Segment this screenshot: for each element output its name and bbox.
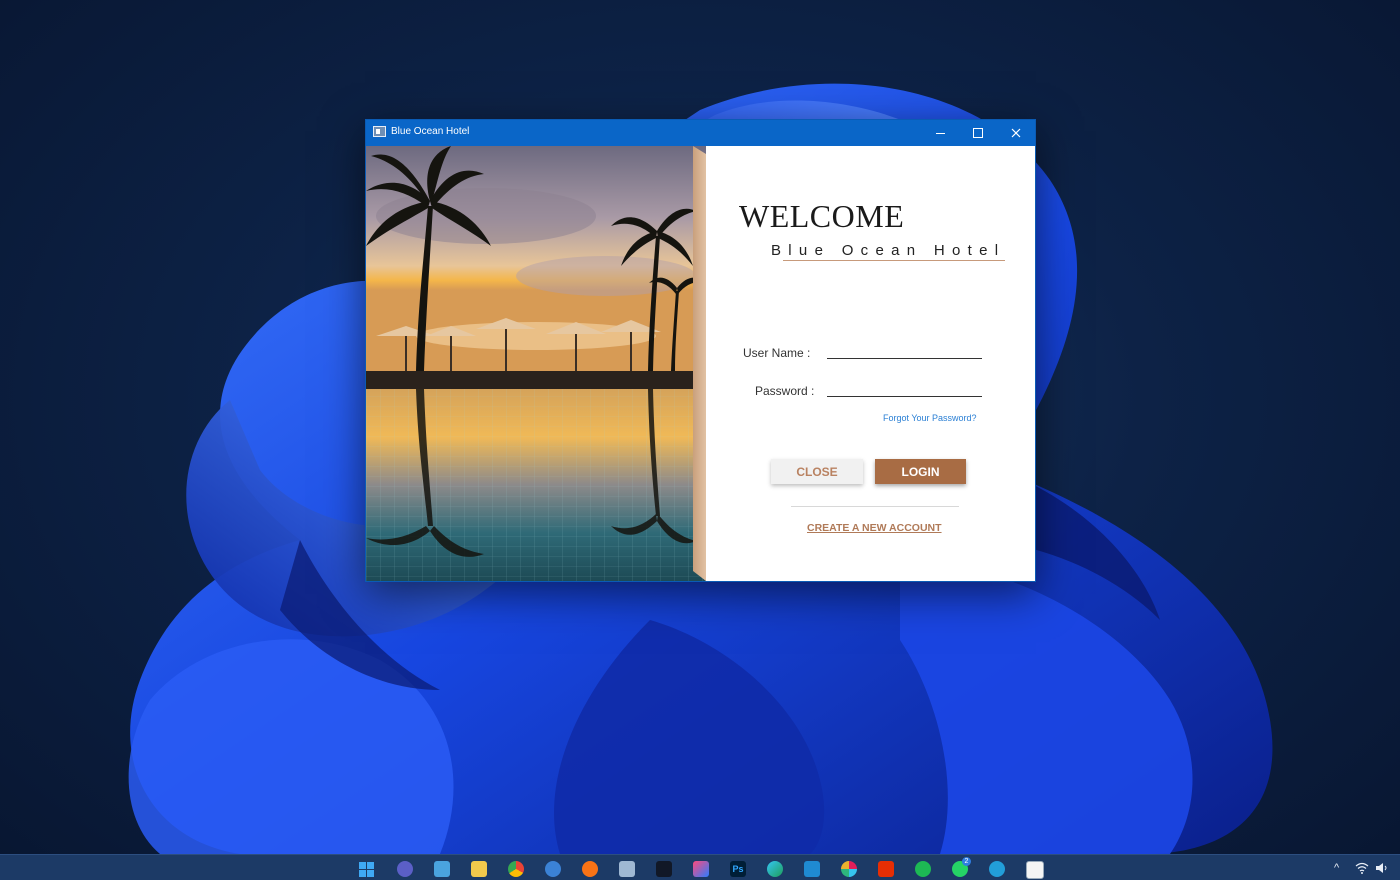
- login-window: Blue Ocean Hotel WELCOME Blue Ocean Hote…: [365, 119, 1036, 582]
- maximize-icon: [973, 128, 983, 138]
- desktop: Blue Ocean Hotel WELCOME Blue Ocean Hote…: [0, 0, 1400, 880]
- title-bar[interactable]: Blue Ocean Hotel: [366, 120, 1035, 146]
- divider: [791, 506, 959, 507]
- tray-chevron-icon[interactable]: ^: [1334, 862, 1339, 874]
- taskbar: Ps 2 ^: [0, 854, 1400, 880]
- hotel-pool-image: [366, 146, 706, 581]
- minimize-icon: [935, 132, 945, 134]
- password-input[interactable]: [827, 378, 982, 397]
- teams-icon[interactable]: [397, 861, 413, 877]
- java-app-icon[interactable]: [1026, 861, 1044, 879]
- app-icon: [373, 126, 386, 137]
- welcome-heading: WELCOME: [739, 198, 905, 234]
- vscode-icon[interactable]: [804, 861, 820, 877]
- username-input[interactable]: [827, 340, 982, 359]
- chrome-icon[interactable]: [508, 861, 524, 877]
- hotel-name-underline: [783, 260, 1005, 261]
- aliexpress-icon[interactable]: [878, 861, 894, 877]
- close-icon: [1011, 128, 1021, 138]
- file-explorer-icon[interactable]: [471, 861, 487, 877]
- package-icon[interactable]: [619, 861, 635, 877]
- spotify-icon[interactable]: [915, 861, 931, 877]
- terminal-icon[interactable]: [656, 861, 672, 877]
- minimize-button[interactable]: [921, 120, 959, 146]
- username-label: User Name :: [743, 346, 811, 360]
- wifi-icon[interactable]: [1355, 862, 1369, 874]
- close-button[interactable]: CLOSE: [771, 459, 863, 484]
- firefox-icon[interactable]: [582, 861, 598, 877]
- login-button[interactable]: LOGIN: [875, 459, 966, 484]
- whatsapp-badge: 2: [962, 857, 971, 866]
- edge-icon[interactable]: [767, 861, 783, 877]
- hotel-name: Blue Ocean Hotel: [771, 242, 1006, 259]
- telegram-icon[interactable]: [989, 861, 1005, 877]
- window-title: Blue Ocean Hotel: [391, 126, 470, 137]
- maximize-button[interactable]: [959, 120, 997, 146]
- create-account-link[interactable]: CREATE A NEW ACCOUNT: [807, 522, 942, 534]
- windows-start-icon[interactable]: [359, 862, 374, 877]
- volume-icon[interactable]: [1375, 862, 1389, 874]
- photoshop-icon[interactable]: Ps: [730, 861, 746, 877]
- slack-icon[interactable]: [841, 861, 857, 877]
- password-label: Password :: [755, 384, 815, 398]
- snipping-icon[interactable]: [545, 861, 561, 877]
- forgot-password-link[interactable]: Forgot Your Password?: [883, 413, 977, 423]
- intellij-icon[interactable]: [693, 861, 709, 877]
- desktop-icon[interactable]: [434, 861, 450, 877]
- window-close-button[interactable]: [997, 120, 1035, 146]
